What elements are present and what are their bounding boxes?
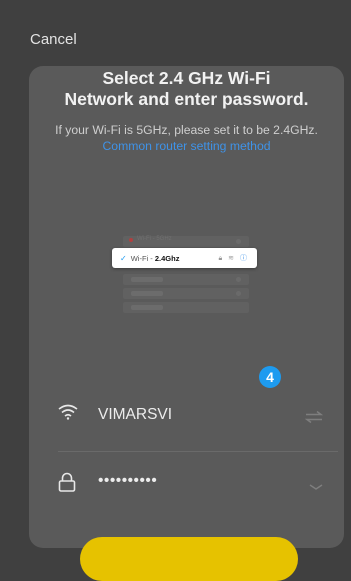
ghost-bar: [131, 277, 163, 282]
wifi-list-illustration: Wi-Fi - 5GHz ✓ Wi-Fi - 2.4Ghz 🔒︎ ≋ ⓘ: [112, 236, 257, 336]
lock-icon: [58, 472, 76, 497]
ghost-dot-icon: [236, 239, 241, 244]
ghost-dot-icon: [236, 277, 241, 282]
ghost-network-row: Wi-Fi - 5GHz: [123, 236, 249, 247]
selected-network-card: ✓ Wi-Fi - 2.4Ghz 🔒︎ ≋ ⓘ: [112, 248, 257, 268]
network-status-icons: 🔒︎ ≋ ⓘ: [218, 255, 249, 262]
network-label: Wi-Fi -: [130, 253, 155, 263]
network-band: 2.4Ghz: [154, 253, 180, 263]
ssid-field[interactable]: VIMARSVI: [58, 400, 338, 430]
ghost-row: [123, 274, 249, 285]
password-field[interactable]: ••••••••••: [58, 468, 338, 498]
network-name: Wi-Fi - 2.4Ghz: [131, 254, 180, 263]
instruction-text: If your Wi-Fi is 5GHz, please set it to …: [29, 122, 344, 154]
title-line-2: Network and enter password.: [64, 89, 309, 109]
divider: [58, 451, 338, 452]
password-input[interactable]: ••••••••••: [98, 472, 157, 490]
wifi-icon: [58, 404, 78, 425]
chevron-down-icon[interactable]: [309, 478, 323, 496]
step-badge: 4: [259, 366, 281, 388]
instruction-body: If your Wi-Fi is 5GHz, please set it to …: [55, 123, 318, 137]
ghost-dot-icon: [236, 291, 241, 296]
error-dot-icon: [129, 238, 133, 242]
ghost-row: [123, 302, 249, 313]
switch-network-icon[interactable]: [304, 410, 324, 428]
ssid-input[interactable]: VIMARSVI: [98, 406, 172, 424]
ghost-bar: [131, 305, 163, 310]
check-icon: ✓: [120, 253, 127, 263]
ghost-row: [123, 288, 249, 299]
next-button[interactable]: [80, 537, 298, 581]
top-bar: Cancel: [0, 0, 351, 62]
ghost-bar: [131, 291, 163, 296]
router-setting-link[interactable]: Common router setting method: [103, 139, 271, 153]
title-line-1: Select 2.4 GHz Wi-Fi: [102, 68, 271, 88]
cancel-button[interactable]: Cancel: [30, 31, 77, 48]
ghost-network-label: Wi-Fi - 5GHz: [137, 236, 172, 242]
info-icon: ⓘ: [240, 255, 249, 262]
page-title: Select 2.4 GHz Wi-Fi Network and enter p…: [29, 68, 344, 110]
